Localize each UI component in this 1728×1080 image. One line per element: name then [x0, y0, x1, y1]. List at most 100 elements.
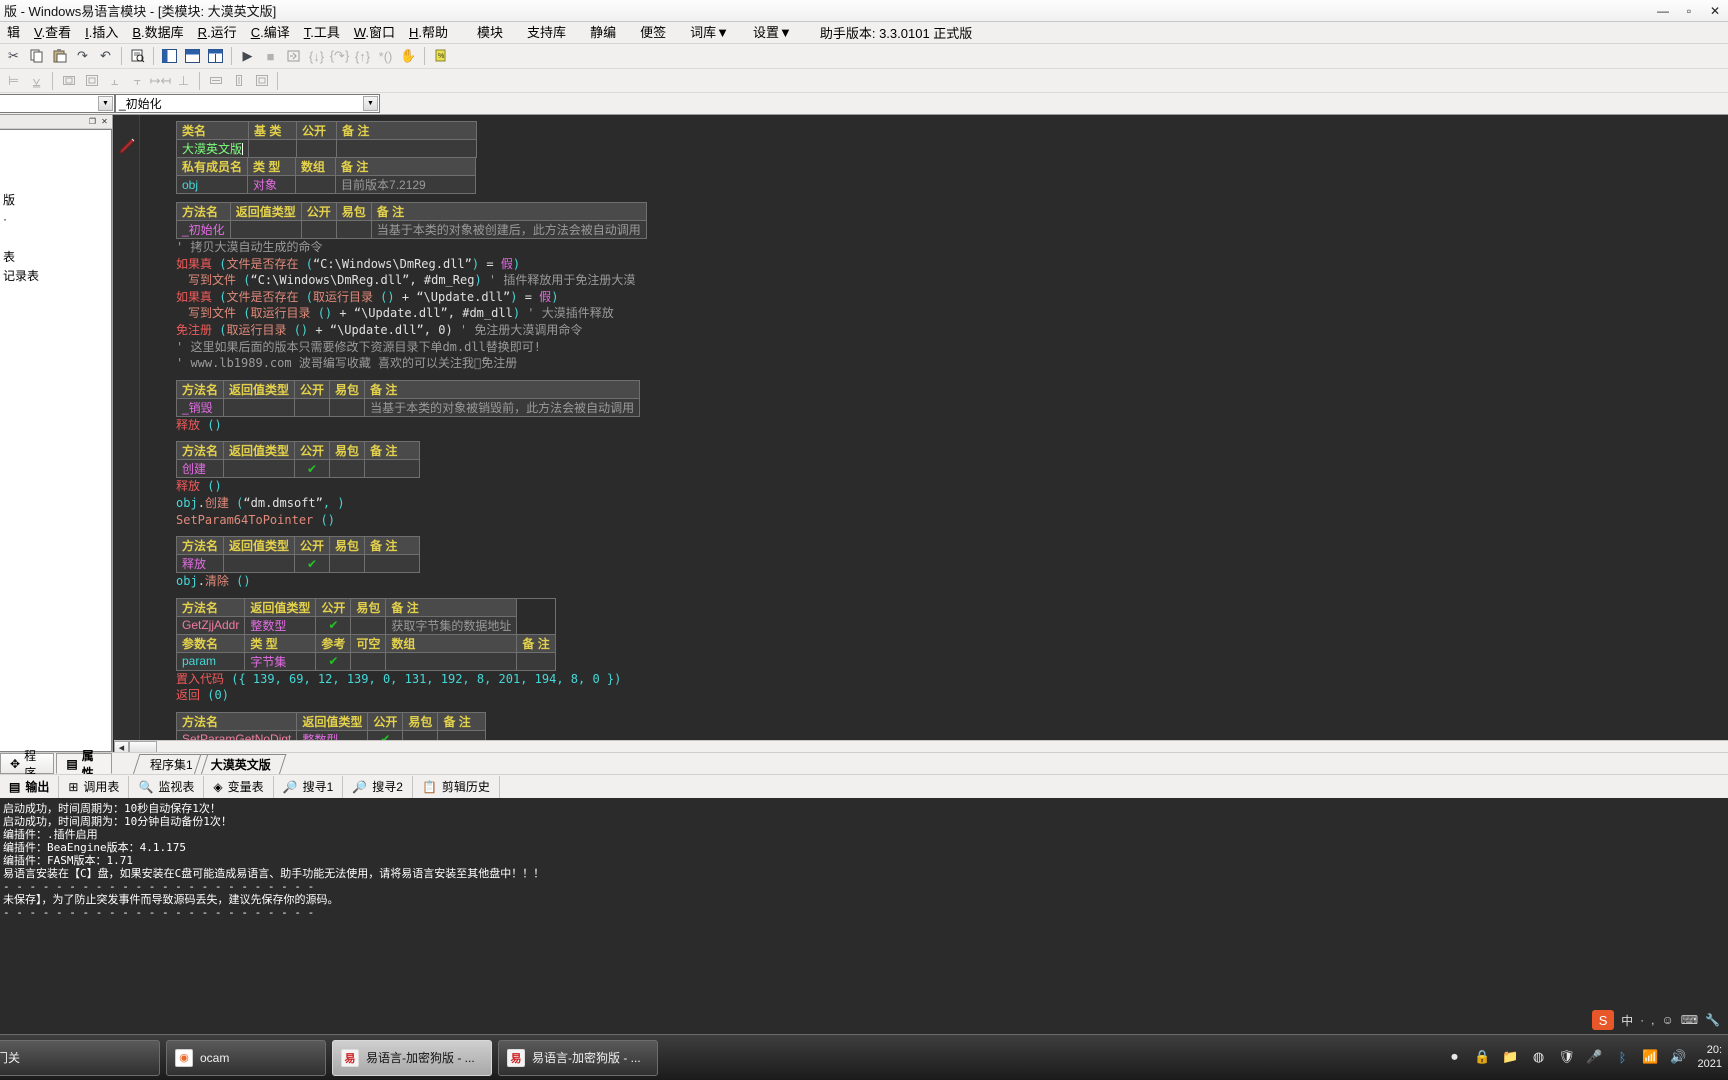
panel-tab-程序[interactable]: ✥ 程序 — [0, 749, 55, 780]
taskbar-item-1[interactable]: ◉ ocam — [166, 1039, 326, 1076]
left-panel-line[interactable] — [2, 134, 109, 153]
left-panel-line[interactable]: 版 — [2, 191, 109, 210]
taskbar-item-3[interactable]: 易易语言-加密狗版 - ... — [498, 1039, 658, 1076]
param-cell[interactable] — [350, 651, 387, 671]
code-line[interactable]: ' www.lb1989.com 波哥编写收藏 喜欢的可以关注我哟̈免注册 — [140, 355, 1728, 372]
output-tab-监视表[interactable]: 🔍 监视表 — [129, 775, 205, 798]
code-line[interactable]: obj.创建 (“dm.dmsoft”, ) — [140, 495, 1728, 512]
sogou-logo-icon[interactable]: S — [1592, 1010, 1615, 1030]
align-grid-v-icon[interactable] — [81, 70, 102, 91]
run-icon[interactable]: ▶ — [237, 46, 258, 67]
table-cell[interactable] — [223, 459, 296, 479]
table-cell[interactable]: 释放 — [175, 554, 225, 574]
table-row[interactable]: 大漠英文版 — [175, 139, 478, 158]
menu-item-8[interactable]: H.帮助 — [402, 23, 455, 43]
code-line[interactable]: 如果真 (文件是否存在 (“C:\Windows\DmReg.dll”) = 假… — [140, 256, 1728, 273]
code-line[interactable]: SetParam64ToPointer () — [140, 512, 1728, 529]
menu-item-3[interactable]: B.数据库 — [125, 23, 190, 43]
cut-icon[interactable]: ✂ — [3, 46, 24, 67]
method-last-table[interactable]: 方法名 返回值类型 公开 易包备 注 SetParamGetNoDigt 整数型 ✔ — [175, 711, 487, 740]
size-height-icon[interactable] — [228, 70, 249, 91]
layout-left-icon[interactable] — [159, 46, 180, 67]
param-cell[interactable]: 字节集 — [244, 651, 317, 671]
table-cell[interactable]: ✔ — [294, 459, 331, 479]
paste-icon[interactable] — [49, 46, 70, 67]
param-cell[interactable] — [385, 651, 518, 671]
table-cell[interactable] — [336, 139, 478, 158]
code-editor[interactable]: 类名基 类公开备 注大漠英文版 私有成员名类 型数组备 注 obj 对象 目前版本7.2… — [114, 115, 1728, 740]
network-icon[interactable]: 📶 — [1642, 1048, 1660, 1066]
minimize-button[interactable]: — — [1650, 0, 1676, 22]
method-init-table[interactable]: 方法名 返回值类型 公开 易包备 注 _初始化 当基于本类的对象被创建后，此方法会被自动调… — [176, 202, 647, 239]
method-destroy-table[interactable]: 方法名 返回值类型 公开 易包备 注 _销毁 当基于本类的对象被销毁前，此方法会被自动调用 — [175, 379, 641, 417]
table-cell[interactable]: 对象 — [247, 175, 297, 194]
layout-grid-icon[interactable] — [205, 46, 226, 67]
menu-extra-2[interactable]: 静编 — [578, 23, 628, 43]
menu-extra-5[interactable]: 设置▼ — [741, 23, 804, 43]
param-cell[interactable] — [516, 651, 556, 671]
output-tab-变量表[interactable]: ◈ 变量表 — [204, 775, 274, 798]
editor-content[interactable]: 类名基 类公开备 注大漠英文版 私有成员名类 型数组备 注 obj 对象 目前版本7.2… — [140, 115, 1728, 740]
menu-extra-4[interactable]: 词库▼ — [678, 23, 741, 43]
run-to-cursor-icon[interactable]: *() — [375, 46, 396, 67]
volume-icon[interactable]: 🔊 — [1670, 1048, 1688, 1066]
code-line[interactable]: 释放 () — [140, 478, 1728, 495]
menu-item-6[interactable]: T.工具 — [297, 23, 347, 43]
left-panel-line[interactable]: · — [2, 210, 109, 229]
copy-icon[interactable] — [26, 46, 47, 67]
size-width-icon[interactable] — [205, 70, 226, 91]
table-cell[interactable]: 整数型 — [244, 615, 317, 635]
space-v-icon[interactable]: ⊥ — [173, 70, 194, 91]
restore-icon[interactable]: ❐ — [87, 116, 98, 127]
menu-item-1[interactable]: V.查看 — [27, 23, 78, 43]
taskbar-clock[interactable]: 20: 2021 — [1698, 1043, 1722, 1071]
menu-item-0[interactable]: 辑 — [0, 23, 27, 43]
ime-keyboard-icon[interactable]: ⌨ — [1681, 1013, 1698, 1027]
code-line[interactable]: ' 这里如果后面的版本只需要修改下资源目录下单dm.dll替换即可! — [140, 339, 1728, 356]
ime-tools-icon[interactable]: 🔧 — [1705, 1013, 1720, 1027]
table-cell[interactable]: 大漠英文版 — [175, 139, 250, 158]
param-cell[interactable]: param — [175, 651, 246, 671]
code-line[interactable]: 免注册 (取运行目录 () + “\Update.dll”, 0) ' 免注册大… — [140, 322, 1728, 339]
close-icon[interactable]: ✕ — [99, 116, 110, 127]
sheet-tab-程序集1[interactable]: 程序集1 — [136, 754, 203, 774]
table-row[interactable]: _销毁 当基于本类的对象被销毁前，此方法会被自动调用 — [175, 397, 641, 417]
space-h-icon[interactable]: ↦↤ — [150, 70, 172, 91]
mic-icon[interactable]: 🎤 — [1586, 1048, 1604, 1066]
chrome-icon[interactable]: ◍ — [1530, 1048, 1548, 1066]
menu-item-7[interactable]: W.窗口 — [347, 23, 402, 43]
step-over-icon[interactable]: {↷} — [329, 46, 350, 67]
param-cell[interactable]: ✔ — [315, 651, 352, 671]
scope-combo[interactable]: ▼ — [0, 94, 115, 113]
compile-icon[interactable] — [283, 46, 304, 67]
align-left-icon[interactable]: ⊨ — [3, 70, 24, 91]
align-center-icon[interactable]: ⩣ — [26, 70, 47, 91]
table-cell[interactable]: obj — [175, 175, 249, 194]
code-line[interactable]: 写到文件 (取运行目录 () + “\Update.dll”, #dm_dll)… — [140, 305, 1728, 322]
left-panel-line[interactable]: 表 — [2, 248, 109, 267]
table-cell[interactable] — [329, 459, 366, 479]
bluetooth-icon[interactable]: ᛒ — [1614, 1048, 1632, 1066]
table-cell[interactable] — [364, 554, 421, 574]
left-panel-line[interactable] — [2, 153, 109, 172]
table-cell[interactable]: 当基于本类的对象被销毁前，此方法会被自动调用 — [364, 397, 641, 417]
align-bottom-icon[interactable]: ⫟ — [127, 70, 148, 91]
code-line[interactable]: ' 拷贝大漠自动生成的命令 — [140, 239, 1728, 256]
menu-extra-0[interactable]: 模块 — [465, 23, 515, 43]
table-cell[interactable] — [294, 397, 331, 417]
left-panel-line[interactable] — [2, 172, 109, 191]
table-cell[interactable] — [329, 397, 366, 417]
table-cell[interactable] — [329, 554, 366, 574]
table-cell[interactable] — [248, 139, 298, 158]
table-cell[interactable]: ✔ — [294, 554, 331, 574]
table-row[interactable]: 创建 ✔ — [175, 459, 421, 479]
align-top-icon[interactable]: ⫠ — [104, 70, 125, 91]
align-grid-h-icon[interactable] — [58, 70, 79, 91]
table-row[interactable]: SetParamGetNoDigt 整数型 ✔ — [175, 729, 487, 740]
sheet-tab-大漠英文版[interactable]: 大漠英文版 — [197, 754, 281, 774]
undo-icon[interactable]: ↶ — [95, 46, 116, 67]
output-tab-搜寻2[interactable]: 🔎 搜寻2 — [343, 775, 413, 798]
menu-extra-1[interactable]: 支持库 — [515, 23, 578, 43]
menu-item-5[interactable]: C.编译 — [244, 23, 297, 43]
code-line[interactable]: 写到文件 (“C:\Windows\DmReg.dll”, #dm_Reg) '… — [140, 272, 1728, 289]
